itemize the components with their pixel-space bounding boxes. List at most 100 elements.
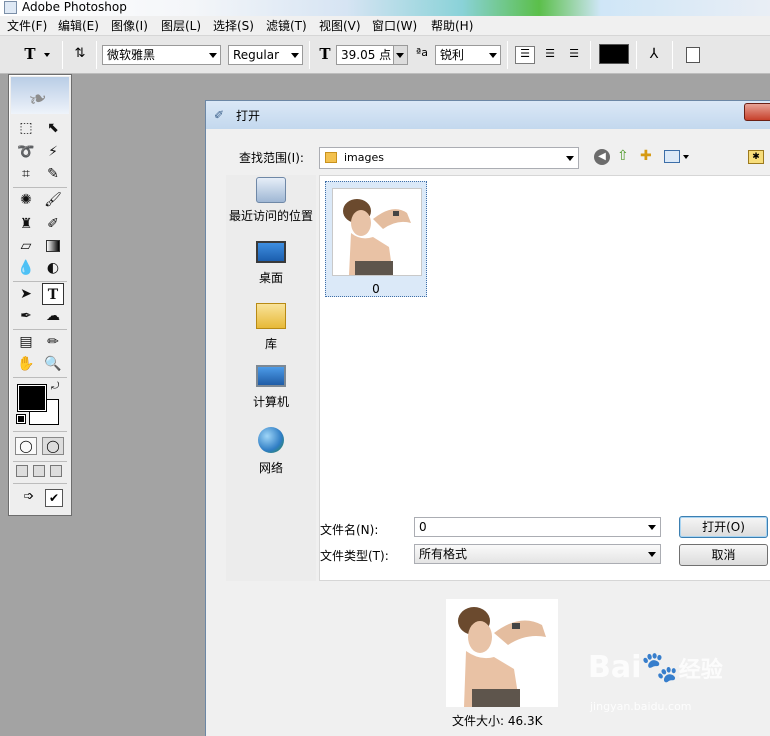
font-family-select[interactable]: 微软雅黑	[102, 45, 221, 65]
view-menu-arrow-icon[interactable]	[683, 155, 689, 159]
pen-tool-icon[interactable]: ✒	[15, 305, 37, 327]
standard-screen-mode-icon[interactable]	[16, 465, 28, 477]
imageready-icon[interactable]: ✔	[45, 489, 63, 507]
quick-mask-mode-icon[interactable]: ◯	[42, 437, 64, 455]
jump-to-imageready-icon[interactable]: ➩	[17, 489, 41, 507]
menu-file[interactable]: 文件(F)	[4, 18, 50, 34]
folder-icon	[325, 152, 337, 163]
crop-tool-icon[interactable]: ⌗	[15, 163, 37, 185]
file-size-text: 文件大小: 46.3K	[452, 714, 543, 728]
gradient-tool-icon[interactable]	[42, 235, 64, 257]
filetype-label: 文件类型(T):	[320, 549, 389, 563]
brush-tool-icon[interactable]: 🖌	[42, 189, 64, 211]
place-libraries[interactable]: 库	[226, 303, 316, 352]
custom-shape-tool-icon[interactable]: ☁	[42, 305, 64, 327]
full-screen-menu-mode-icon[interactable]	[33, 465, 45, 477]
separator	[636, 41, 637, 69]
filename-label: 文件名(N):	[320, 523, 379, 537]
photoshop-app-icon	[4, 1, 17, 14]
divider	[13, 377, 67, 378]
watermark-suffix: 经验	[678, 658, 723, 683]
place-label: 最近访问的位置	[228, 209, 313, 223]
hand-tool-icon[interactable]: ✋	[15, 353, 37, 375]
open-dialog: ✐ 打开 查找范围(I): images ◀ ⇧ ✚ ✱ 最近访问的位置 桌面 …	[205, 100, 770, 736]
menu-image[interactable]: 图像(I)	[108, 18, 151, 34]
paw-icon: 🐾	[641, 650, 679, 685]
text-color-swatch[interactable]	[599, 44, 629, 64]
eyedropper-tool-icon[interactable]: ✏	[42, 331, 64, 353]
font-size-select[interactable]: 39.05 点	[336, 45, 408, 65]
new-folder-icon[interactable]: ✚	[640, 148, 652, 164]
zoom-tool-icon[interactable]: 🔍	[42, 353, 64, 375]
watermark-brand: Bai	[588, 650, 642, 685]
file-item[interactable]: 0	[325, 181, 427, 297]
open-button[interactable]: 打开(O)	[679, 516, 768, 538]
desktop-icon	[256, 241, 286, 263]
separator	[96, 41, 97, 69]
cancel-button[interactable]: 取消	[679, 544, 768, 566]
baidu-jingyan-watermark: Bai🐾经验	[588, 650, 723, 685]
history-brush-tool-icon[interactable]: ✐	[42, 213, 64, 235]
back-icon[interactable]: ◀	[594, 149, 610, 165]
place-desktop[interactable]: 桌面	[226, 241, 316, 286]
path-selection-tool-icon[interactable]: ➤	[15, 283, 37, 305]
notes-tool-icon[interactable]: ▤	[15, 331, 37, 353]
place-network[interactable]: 网络	[226, 427, 316, 476]
move-tool-icon[interactable]: ⬉	[42, 117, 64, 139]
font-style-select[interactable]: Regular	[228, 45, 303, 65]
recent-places-icon	[256, 177, 286, 203]
view-menu-icon[interactable]	[664, 150, 680, 163]
palettes-icon[interactable]	[686, 47, 700, 63]
close-button[interactable]	[744, 103, 770, 121]
align-center-icon[interactable]: ☰	[540, 46, 560, 64]
dialog-app-icon: ✐	[214, 108, 225, 122]
swap-colors-icon[interactable]: ⤾	[51, 381, 59, 392]
menu-help[interactable]: 帮助(H)	[428, 18, 476, 34]
menu-select[interactable]: 选择(S)	[210, 18, 257, 34]
blur-tool-icon[interactable]: 💧	[15, 257, 37, 279]
menu-edit[interactable]: 编辑(E)	[55, 18, 102, 34]
dialog-titlebar: ✐ 打开	[206, 101, 770, 129]
filename-input[interactable]: 0	[414, 517, 661, 537]
place-label: 库	[264, 337, 277, 351]
foreground-color-swatch[interactable]	[17, 384, 47, 412]
menu-filter[interactable]: 滤镜(T)	[263, 18, 310, 34]
clone-stamp-tool-icon[interactable]: ♜	[15, 213, 37, 235]
up-folder-icon[interactable]: ⇧	[617, 148, 629, 164]
separator	[672, 41, 673, 69]
default-colors-icon[interactable]	[16, 414, 26, 424]
place-recent[interactable]: 最近访问的位置	[226, 177, 316, 224]
full-screen-mode-icon[interactable]	[50, 465, 62, 477]
text-orientation-icon[interactable]: ⇅	[70, 44, 90, 64]
anti-alias-select[interactable]: 锐利	[435, 45, 501, 65]
toolbox: ❧ ⬚ ⬉ ➰ ⚡ ⌗ ✎ ✺ 🖌 ♜ ✐ ▱ 💧 ◐ ➤ T ✒ ☁ ▤ ✏ …	[8, 74, 72, 516]
align-right-icon[interactable]: ☰	[564, 46, 584, 64]
menu-layer[interactable]: 图层(L)	[158, 18, 204, 34]
menu-window[interactable]: 窗口(W)	[369, 18, 420, 34]
divider	[13, 329, 67, 330]
marquee-tool-icon[interactable]: ⬚	[15, 117, 37, 139]
woman-photo-thumbnail	[333, 189, 421, 275]
healing-brush-tool-icon[interactable]: ✺	[15, 189, 37, 211]
slice-tool-icon[interactable]: ✎	[42, 163, 64, 185]
align-left-icon[interactable]: ☰	[515, 46, 535, 64]
options-bar: T ⇅ 微软雅黑 Regular T 39.05 点 ªa 锐利 ☰ ☰ ☰ ⅄	[0, 36, 770, 74]
standard-mode-icon[interactable]: ◯	[15, 437, 37, 455]
computer-icon	[256, 365, 286, 387]
eraser-tool-icon[interactable]: ▱	[15, 235, 37, 257]
lasso-tool-icon[interactable]: ➰	[15, 141, 37, 163]
menu-view[interactable]: 视图(V)	[316, 18, 364, 34]
separator	[62, 41, 63, 69]
warp-text-icon[interactable]: ⅄	[644, 44, 664, 64]
dodge-tool-icon[interactable]: ◐	[42, 257, 64, 279]
separator	[590, 41, 591, 69]
filetype-select[interactable]: 所有格式	[414, 544, 661, 564]
type-tool-icon[interactable]: T	[42, 283, 64, 305]
magic-wand-tool-icon[interactable]: ⚡	[42, 141, 64, 163]
place-computer[interactable]: 计算机	[226, 365, 316, 410]
file-thumbnail	[332, 188, 422, 276]
type-tool-preset-icon[interactable]: T	[18, 44, 42, 64]
preset-dropdown-arrow-icon[interactable]	[44, 53, 50, 57]
adobe-dialog-icon[interactable]: ✱	[748, 150, 764, 164]
lookin-select[interactable]: images	[319, 147, 579, 169]
